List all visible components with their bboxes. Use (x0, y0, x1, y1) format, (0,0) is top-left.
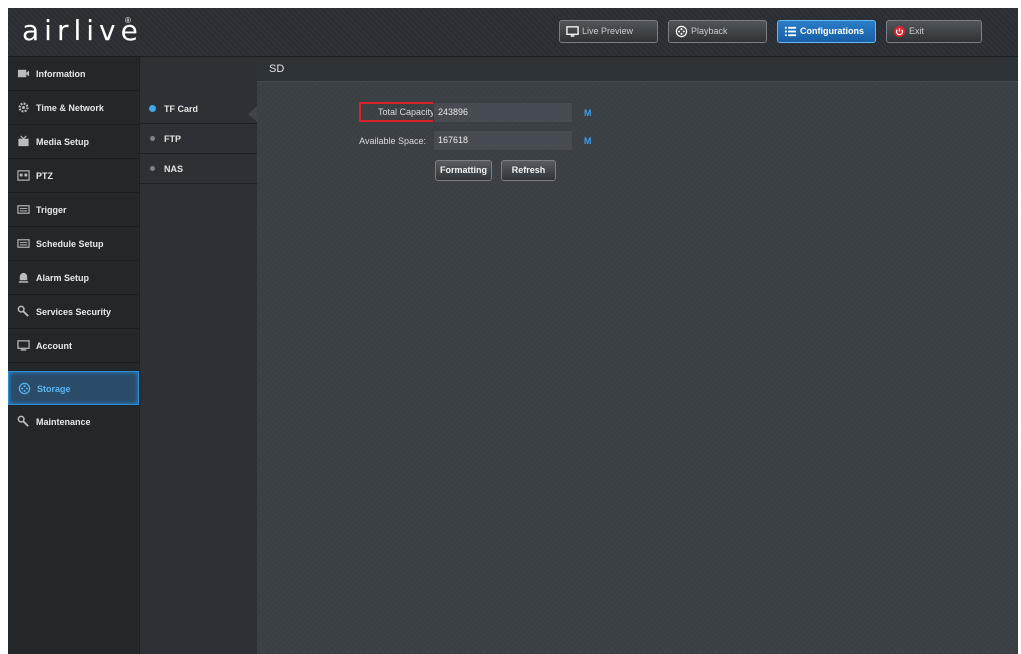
configurations-label: Configurations (800, 26, 864, 36)
exit-label: Exit (909, 26, 925, 36)
submenu-item-ftp[interactable]: FTP (140, 124, 258, 154)
active-dot-icon (149, 105, 156, 112)
playback-label: Playback (691, 26, 728, 36)
submenu-item-label: TF Card (164, 104, 199, 114)
total-capacity-label: Total Capacity: (377, 107, 437, 117)
storage-submenu: TF Card FTP NAS (139, 57, 258, 654)
left-sidebar: Information Time & Network Media Setup P… (8, 57, 139, 654)
sidebar-item-label: Alarm Setup (36, 273, 90, 283)
sidebar-item-trigger[interactable]: Trigger (8, 193, 139, 227)
formatting-button[interactable]: Formatting (435, 160, 492, 181)
refresh-button[interactable]: Refresh (501, 160, 556, 181)
alarm-icon (18, 272, 29, 283)
submenu-item-nas[interactable]: NAS (140, 154, 258, 184)
sidebar-item-maintenance[interactable]: Maintenance (8, 405, 139, 439)
sidebar-item-label: Services Security (36, 307, 112, 317)
tools-icon (17, 415, 29, 427)
film-reel-icon (675, 25, 688, 38)
exit-button[interactable]: Exit (886, 20, 982, 43)
sidebar-item-services-security[interactable]: Services Security (8, 295, 139, 329)
power-icon (893, 25, 906, 38)
monitor-icon (17, 340, 30, 351)
dot-icon (150, 136, 155, 141)
content-panel: SD Total Capacity: 243896 M Available Sp… (257, 57, 1018, 654)
sidebar-item-ptz[interactable]: PTZ (8, 159, 139, 193)
page-title: SD (257, 57, 1018, 82)
sidebar-item-label: Maintenance (36, 417, 91, 427)
monitor-icon (566, 26, 579, 37)
top-header: airlive ® Live Preview Playback Configur… (8, 8, 1018, 57)
camera-icon (17, 69, 30, 78)
sidebar-item-label: Storage (37, 384, 71, 394)
wrench-icon (17, 305, 29, 317)
sidebar-item-time-network[interactable]: Time & Network (8, 91, 139, 125)
available-space-unit: M (584, 136, 592, 146)
sidebar-item-label: Account (36, 341, 72, 351)
submenu-item-tf-card[interactable]: TF Card (140, 94, 258, 124)
sidebar-item-label: Media Setup (36, 137, 90, 147)
sidebar-item-label: PTZ (36, 171, 53, 181)
selection-arrow-icon (248, 106, 257, 122)
available-space-field[interactable]: 167618 (433, 130, 573, 151)
media-box-icon (18, 135, 29, 147)
total-capacity-unit: M (584, 108, 592, 118)
live-preview-label: Live Preview (582, 26, 634, 36)
live-preview-button[interactable]: Live Preview (559, 20, 658, 43)
playback-button[interactable]: Playback (668, 20, 767, 43)
configurations-button[interactable]: Configurations (777, 20, 876, 43)
list-icon (784, 26, 797, 37)
dot-icon (150, 166, 155, 171)
sidebar-item-alarm-setup[interactable]: Alarm Setup (8, 261, 139, 295)
sidebar-item-label: Schedule Setup (36, 239, 104, 249)
ptz-icon (17, 170, 30, 181)
submenu-item-label: FTP (164, 134, 181, 144)
available-space-label: Available Space: (359, 136, 426, 146)
sidebar-item-storage[interactable]: Storage (8, 371, 139, 405)
sidebar-item-account[interactable]: Account (8, 329, 139, 363)
sidebar-item-media-setup[interactable]: Media Setup (8, 125, 139, 159)
sidebar-item-label: Trigger (36, 205, 67, 215)
trigger-icon (17, 205, 30, 214)
total-capacity-field[interactable]: 243896 (433, 102, 573, 123)
registered-mark: ® (125, 16, 131, 25)
sidebar-item-schedule-setup[interactable]: Schedule Setup (8, 227, 139, 261)
sidebar-item-label: Time & Network (36, 103, 104, 113)
app-window: airlive ® Live Preview Playback Configur… (8, 8, 1018, 654)
submenu-header (140, 57, 258, 84)
sidebar-item-information[interactable]: Information (8, 57, 139, 91)
gear-icon (18, 102, 29, 113)
schedule-icon (17, 239, 30, 248)
sidebar-item-label: Information (36, 69, 86, 79)
storage-icon (18, 382, 31, 395)
submenu-item-label: NAS (164, 164, 184, 174)
